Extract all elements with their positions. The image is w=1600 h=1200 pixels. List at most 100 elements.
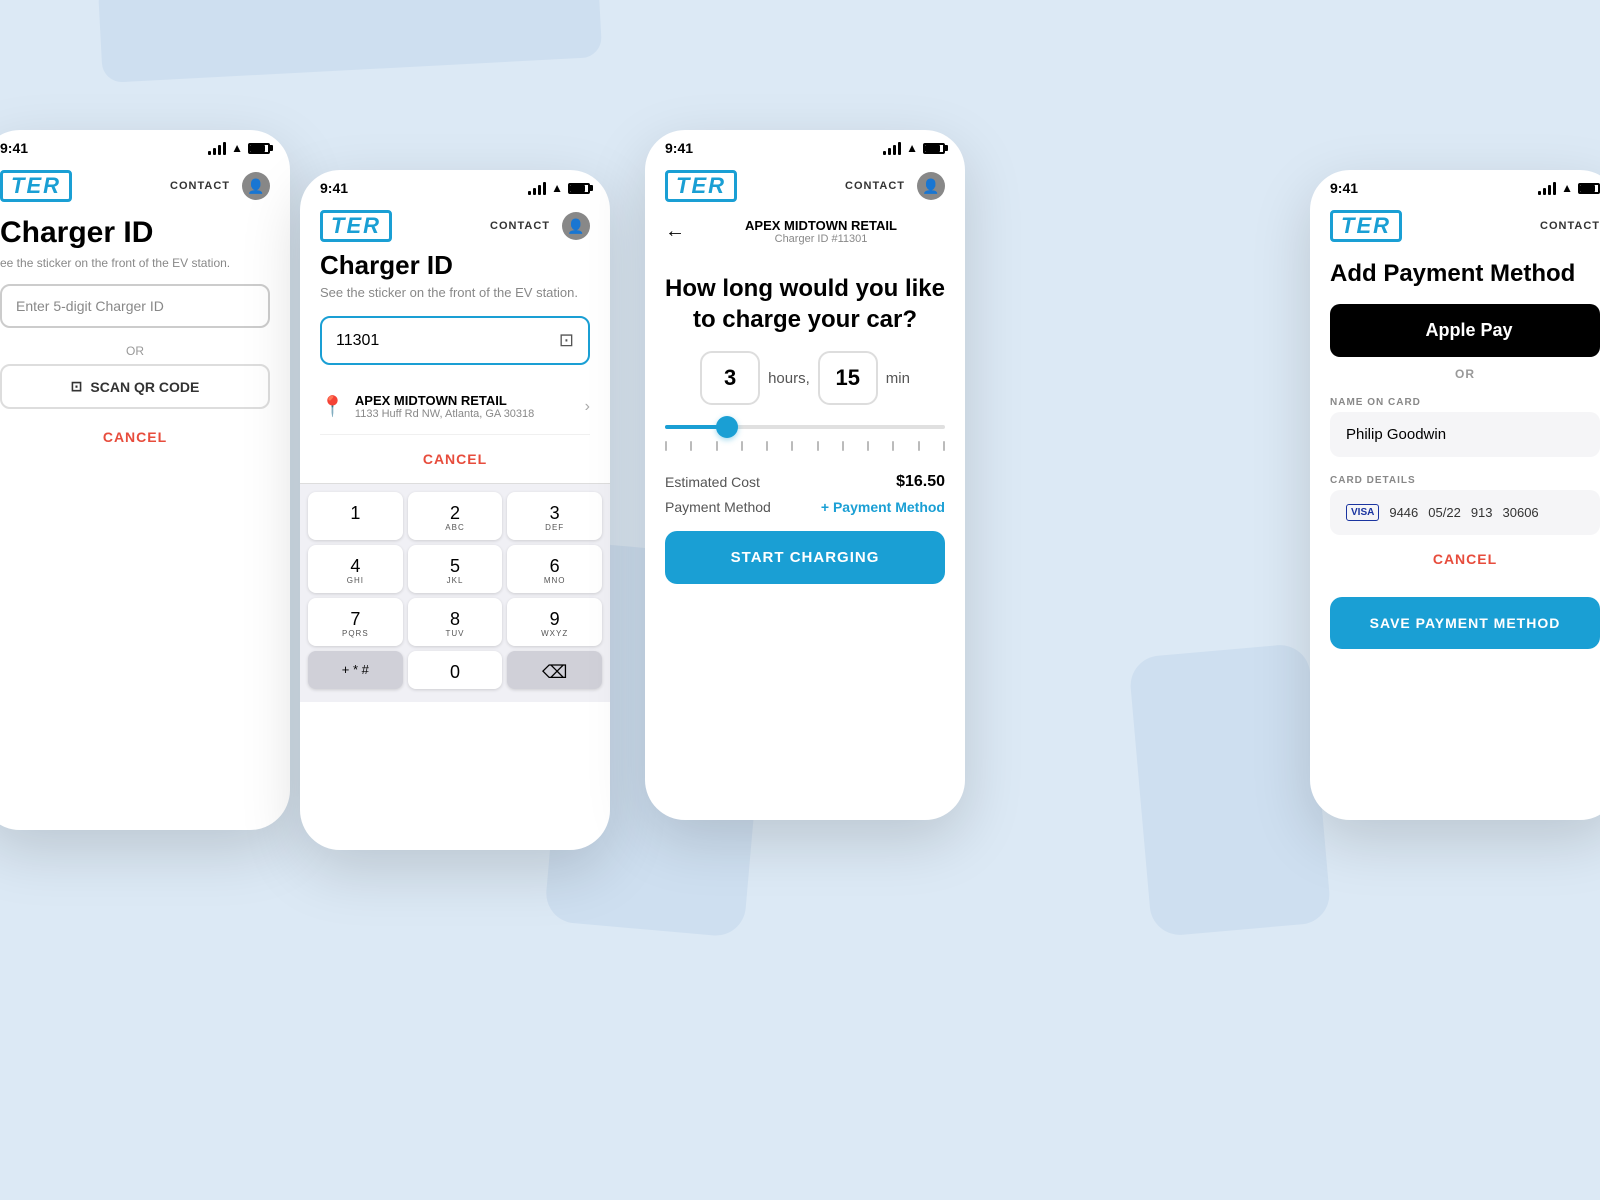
key-delete[interactable]: ⌫ [507,651,602,689]
payment-method-row: Payment Method + Payment Method [665,499,945,515]
tick-5 [766,441,768,451]
start-charging-btn[interactable]: START CHARGING [665,531,945,584]
apple-pay-label: Apple Pay [1425,320,1512,341]
battery-icon-3 [923,143,945,154]
key-row-4: + * # 0 ⌫ [308,651,602,689]
header-right-4: CONTACT [1540,220,1600,232]
screen-content-2: Charger ID See the sticker on the front … [300,250,610,483]
status-icons-3: ▲ [883,141,945,155]
key-2[interactable]: 2 ABC [408,492,503,540]
cancel-btn-1[interactable]: CANCEL [0,409,290,465]
key-8[interactable]: 8 TUV [408,598,503,646]
status-icons-4: ▲ [1538,181,1600,195]
logo-3: TER [665,170,737,202]
logo-2: TER [320,210,392,242]
key-0[interactable]: 0 [408,651,503,689]
back-header-3: ← APEX MIDTOWN RETAIL Charger ID #11301 [645,210,965,253]
input-placeholder-1: Enter 5-digit Charger ID [16,298,164,314]
tick-11 [918,441,920,451]
back-arrow-3[interactable]: ← [665,220,685,243]
status-time-2: 9:41 [320,180,348,196]
key-6[interactable]: 6 MNO [507,545,602,593]
location-main-title-3: APEX MIDTOWN RETAIL [697,218,945,233]
slider-thumb[interactable] [716,416,738,438]
or-section: OR [1310,367,1600,381]
location-pin-icon: 📍 [320,394,345,419]
card-details-row[interactable]: VISA 9446 05/22 913 30606 [1330,490,1600,535]
key-4[interactable]: 4 GHI [308,545,403,593]
payment-method-label: Payment Method [665,499,771,515]
qr-icon-1: ⊡ [71,378,83,395]
avatar-1[interactable]: 👤 [242,172,270,200]
tick-6 [791,441,793,451]
screen-charger-id-keyboard: 9:41 ▲ TER CONTACT 👤 Charger ID See the … [300,170,610,850]
status-bar-2: 9:41 ▲ [300,170,610,202]
key-1[interactable]: 1 [308,492,403,540]
hours-box[interactable]: 3 [700,351,760,405]
charger-id-input-2[interactable]: 11301 ⊡ [320,316,590,365]
wifi-icon-1: ▲ [231,141,243,155]
logo-4: TER [1330,210,1402,242]
cancel-btn-4[interactable]: CANCEL [1310,535,1600,583]
payment-title: Add Payment Method [1310,250,1600,304]
key-7[interactable]: 7 PQRS [308,598,403,646]
contact-label-1[interactable]: CONTACT [170,180,230,192]
tick-10 [892,441,894,451]
page-subtitle-2: See the sticker on the front of the EV s… [320,285,590,300]
cost-section: Estimated Cost $16.50 Payment Method + P… [645,473,965,515]
estimated-cost-label: Estimated Cost [665,474,760,490]
charger-id-input-1[interactable]: Enter 5-digit Charger ID [0,284,270,328]
tick-7 [817,441,819,451]
signal-icon-2 [528,182,546,195]
key-row-3: 7 PQRS 8 TUV 9 WXYZ [308,598,602,646]
status-time-4: 9:41 [1330,180,1358,196]
battery-icon-4 [1578,183,1600,194]
app-header-4: TER CONTACT [1310,202,1600,250]
status-time-3: 9:41 [665,140,693,156]
avatar-2[interactable]: 👤 [562,212,590,240]
app-header-1: TER CONTACT 👤 [0,162,290,210]
status-icons-1: ▲ [208,141,270,155]
app-header-2: TER CONTACT 👤 [300,202,610,250]
qr-scan-icon-2[interactable]: ⊡ [559,330,574,351]
or-divider-1: OR [0,338,290,364]
save-payment-method-btn[interactable]: SAVE PAYMENT METHOD [1330,597,1600,649]
duration-slider[interactable] [645,425,965,453]
minutes-box[interactable]: 15 [818,351,878,405]
avatar-3[interactable]: 👤 [917,172,945,200]
card-cvv: 913 [1471,505,1493,520]
contact-label-4[interactable]: CONTACT [1540,220,1600,232]
cancel-btn-2[interactable]: CANCEL [320,435,590,483]
battery-icon-2 [568,183,590,194]
location-info-2: APEX MIDTOWN RETAIL 1133 Huff Rd NW, Atl… [355,393,575,420]
name-on-card-field[interactable]: Philip Goodwin [1330,412,1600,457]
signal-icon-3 [883,142,901,155]
hours-label: hours, [768,370,810,387]
status-bar-1: 9:41 ▲ [0,130,290,162]
contact-label-2[interactable]: CONTACT [490,220,550,232]
apple-pay-btn[interactable]: Apple Pay [1330,304,1600,357]
tick-1 [665,441,667,451]
keyboard-2: 1 2 ABC 3 DEF 4 GHI 5 JKL 6 MN [300,483,610,702]
key-3[interactable]: 3 DEF [507,492,602,540]
tick-9 [867,441,869,451]
status-time-1: 9:41 [0,140,28,156]
contact-label-3[interactable]: CONTACT [845,180,905,192]
name-on-card-label: NAME ON CARD [1310,389,1600,412]
page-title-1: Charger ID [0,210,290,256]
scan-qr-btn-1[interactable]: ⊡ SCAN QR CODE [0,364,270,409]
key-5[interactable]: 5 JKL [408,545,503,593]
time-selector: 3 hours, 15 min [645,351,965,405]
input-value-2: 11301 [336,332,379,350]
page-title-2: Charger ID [320,250,590,281]
location-name-2: APEX MIDTOWN RETAIL [355,393,575,408]
page-subtitle-1: ee the sticker on the front of the EV st… [0,256,290,284]
add-payment-link[interactable]: + Payment Method [821,499,945,515]
key-9[interactable]: 9 WXYZ [507,598,602,646]
location-arrow-icon: › [585,398,590,416]
location-result-2[interactable]: 📍 APEX MIDTOWN RETAIL 1133 Huff Rd NW, A… [320,379,590,435]
key-symbols[interactable]: + * # [308,651,403,689]
screen-payment-method: 9:41 ▲ TER CONTACT Add Payment Method Ap… [1310,170,1600,820]
app-header-3: TER CONTACT 👤 [645,162,965,210]
battery-icon-1 [248,143,270,154]
